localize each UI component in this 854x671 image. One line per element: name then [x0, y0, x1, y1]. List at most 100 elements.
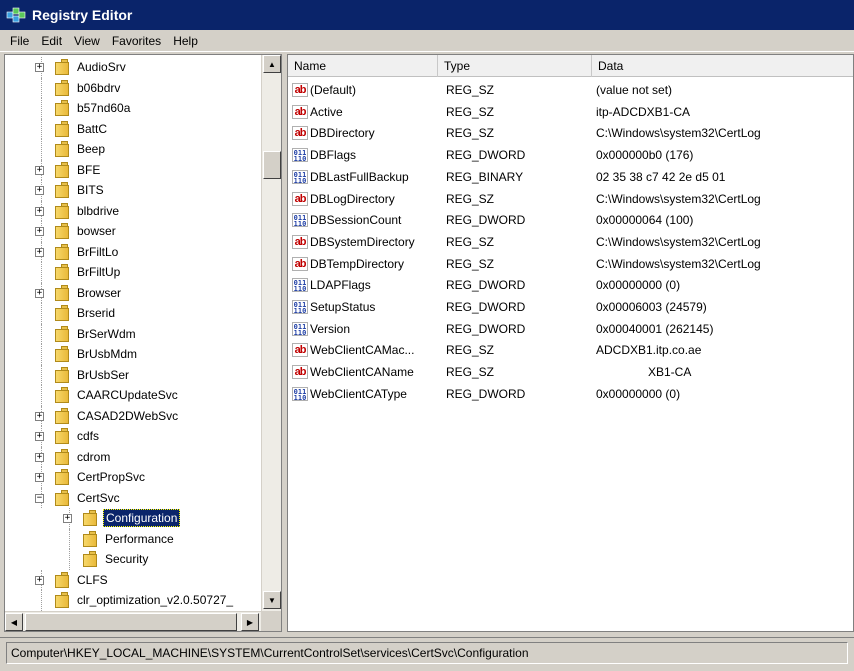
binary-value-icon: 011 110	[292, 278, 308, 293]
title-bar[interactable]: Registry Editor	[0, 0, 854, 30]
value-row[interactable]: 011 110 DBFlags REG_DWORD 0x000000b0 (176)	[288, 144, 853, 166]
value-name-cell: ab DBSystemDirectory	[288, 234, 442, 249]
tree-item[interactable]: BrFiltLo	[53, 242, 120, 262]
tree-item[interactable]: CASAD2DWebSvc	[53, 406, 180, 426]
menu-favorites[interactable]: Favorites	[106, 34, 167, 48]
tree-item[interactable]: b57nd60a	[53, 98, 132, 118]
expand-icon[interactable]: +	[35, 411, 44, 421]
tree-connector	[41, 262, 42, 283]
value-row[interactable]: 011 110 Version REG_DWORD 0x00040001 (262145…	[288, 318, 853, 340]
tree-item-label: bowser	[77, 224, 116, 238]
menu-edit[interactable]: Edit	[35, 34, 68, 48]
key-tree[interactable]: + AudioSrv b06bdrv b57nd60a BattC Beep + BFE + BI…	[5, 55, 261, 611]
expand-icon[interactable]: +	[35, 165, 44, 175]
value-data: C:\Windows\system32\CertLog	[596, 256, 761, 271]
tree-item[interactable]: BrUsbMdm	[53, 344, 139, 364]
tree-item[interactable]: BFE	[53, 160, 102, 180]
tree-item[interactable]: CertSvc	[53, 488, 122, 508]
column-header-type[interactable]: Type	[438, 55, 592, 77]
horizontal-scroll-thumb[interactable]	[25, 613, 237, 631]
tree-item[interactable]: BITS	[53, 180, 106, 200]
key-tree-pane[interactable]: + AudioSrv b06bdrv b57nd60a BattC Beep + BFE + BI…	[4, 54, 282, 632]
string-value-icon: ab	[292, 104, 308, 119]
column-header-data[interactable]: Data	[592, 55, 853, 77]
value-type: REG_DWORD	[446, 278, 526, 293]
tree-item[interactable]: AudioSrv	[53, 57, 128, 77]
tree-connector	[69, 528, 70, 549]
value-row[interactable]: ab DBSystemDirectory REG_SZ C:\Windows\syst…	[288, 231, 853, 253]
tree-connector	[41, 118, 42, 139]
folder-icon	[53, 120, 71, 137]
tree-item[interactable]: b06bdrv	[53, 78, 122, 98]
tree-vertical-scrollbar[interactable]: ▲ ▼	[261, 55, 281, 611]
value-row[interactable]: ab DBDirectory REG_SZ C:\Windows\system32\C…	[288, 122, 853, 144]
tree-item[interactable]: bowser	[53, 221, 118, 241]
tree-item[interactable]: CAARCUpdateSvc	[53, 385, 180, 405]
binary-value-icon: 011 110	[292, 213, 308, 228]
vertical-scroll-thumb[interactable]	[263, 151, 281, 179]
value-row[interactable]: ab DBLogDirectory REG_SZ C:\Windows\system3…	[288, 188, 853, 210]
tree-item-label: Security	[105, 552, 149, 566]
value-row[interactable]: 011 110 SetupStatus REG_DWORD 0x00006003 (24…	[288, 296, 853, 318]
scroll-up-button[interactable]: ▲	[263, 55, 281, 73]
scroll-down-button[interactable]: ▼	[263, 591, 281, 609]
string-value-icon: ab	[292, 343, 308, 358]
expand-icon[interactable]: +	[35, 247, 44, 257]
value-row[interactable]: ab DBTempDirectory REG_SZ C:\Windows\system…	[288, 253, 853, 275]
tree-horizontal-scrollbar[interactable]: ◀ ▶	[5, 611, 261, 631]
expand-icon[interactable]: +	[63, 514, 72, 523]
scroll-left-button[interactable]: ◀	[5, 613, 23, 631]
value-name-cell: ab DBDirectory	[288, 126, 442, 141]
value-name-cell: 011 110 WebClientCAType	[288, 386, 442, 401]
tree-item[interactable]: Configuration	[81, 508, 181, 528]
tree-item[interactable]: CLFS	[53, 570, 110, 590]
value-row[interactable]: ab (Default) REG_SZ (value not set)	[288, 79, 853, 101]
value-row[interactable]: 011 110 LDAPFlags REG_DWORD 0x00000000 (0)	[288, 274, 853, 296]
expand-icon[interactable]: +	[35, 206, 44, 216]
expand-icon[interactable]: +	[35, 186, 44, 195]
values-list-pane[interactable]: Name Type Data ab (Default) REG_SZ (value n…	[287, 54, 854, 632]
value-name: SetupStatus	[310, 300, 376, 314]
tree-item[interactable]: clr_optimization_v2.0.50727_	[53, 590, 235, 610]
value-name: DBLogDirectory	[310, 191, 395, 206]
value-data: 0x000000b0 (176)	[596, 148, 694, 163]
menu-file[interactable]: File	[4, 34, 35, 48]
tree-item[interactable]: Browser	[53, 283, 123, 303]
column-header-name[interactable]: Name	[288, 55, 438, 77]
expand-icon[interactable]: +	[35, 288, 44, 298]
tree-item[interactable]: BattC	[53, 119, 109, 139]
tree-item[interactable]: BrUsbSer	[53, 365, 131, 385]
value-row[interactable]: 011 110 DBSessionCount REG_DWORD 0x00000064 …	[288, 209, 853, 231]
menu-view[interactable]: View	[68, 34, 106, 48]
expand-icon[interactable]: +	[35, 63, 44, 72]
scroll-right-button[interactable]: ▶	[241, 613, 259, 631]
value-name: DBTempDirectory	[310, 256, 405, 271]
tree-item[interactable]: BrFiltUp	[53, 262, 122, 282]
value-row[interactable]: ab Active REG_SZ itp-ADCDXB1-CA	[288, 101, 853, 123]
value-row[interactable]: ab WebClientCAMac... REG_SZ ADCDXB1.itp.co.…	[288, 339, 853, 361]
collapse-icon[interactable]: −	[35, 493, 44, 503]
string-value-icon: ab	[292, 234, 308, 249]
value-row[interactable]: 011 110 WebClientCAType REG_DWORD 0x00000000…	[288, 383, 853, 405]
folder-icon	[53, 79, 71, 96]
value-row[interactable]: ab WebClientCAName REG_SZ XB1-CA	[288, 361, 853, 383]
menu-help[interactable]: Help	[167, 34, 204, 48]
tree-item[interactable]: Security	[81, 549, 150, 569]
value-type: REG_BINARY	[446, 169, 524, 184]
expand-icon[interactable]: +	[35, 227, 44, 236]
expand-icon[interactable]: +	[35, 575, 44, 585]
value-data: 0x00000000 (0)	[596, 278, 681, 293]
value-row[interactable]: 011 110 DBLastFullBackup REG_BINARY 02 35 38…	[288, 166, 853, 188]
expand-icon[interactable]: +	[35, 473, 44, 482]
expand-icon[interactable]: +	[35, 432, 44, 441]
tree-item[interactable]: Performance	[81, 529, 176, 549]
tree-item[interactable]: CertPropSvc	[53, 467, 147, 487]
tree-item[interactable]: cdrom	[53, 447, 112, 467]
tree-item[interactable]: BrSerWdm	[53, 324, 138, 344]
tree-item[interactable]: cdfs	[53, 426, 101, 446]
expand-icon[interactable]: +	[35, 452, 44, 462]
tree-item[interactable]: Brserid	[53, 303, 117, 323]
tree-item[interactable]: blbdrive	[53, 201, 121, 221]
tree-item-label: CASAD2DWebSvc	[77, 408, 179, 423]
tree-item[interactable]: Beep	[53, 139, 107, 159]
